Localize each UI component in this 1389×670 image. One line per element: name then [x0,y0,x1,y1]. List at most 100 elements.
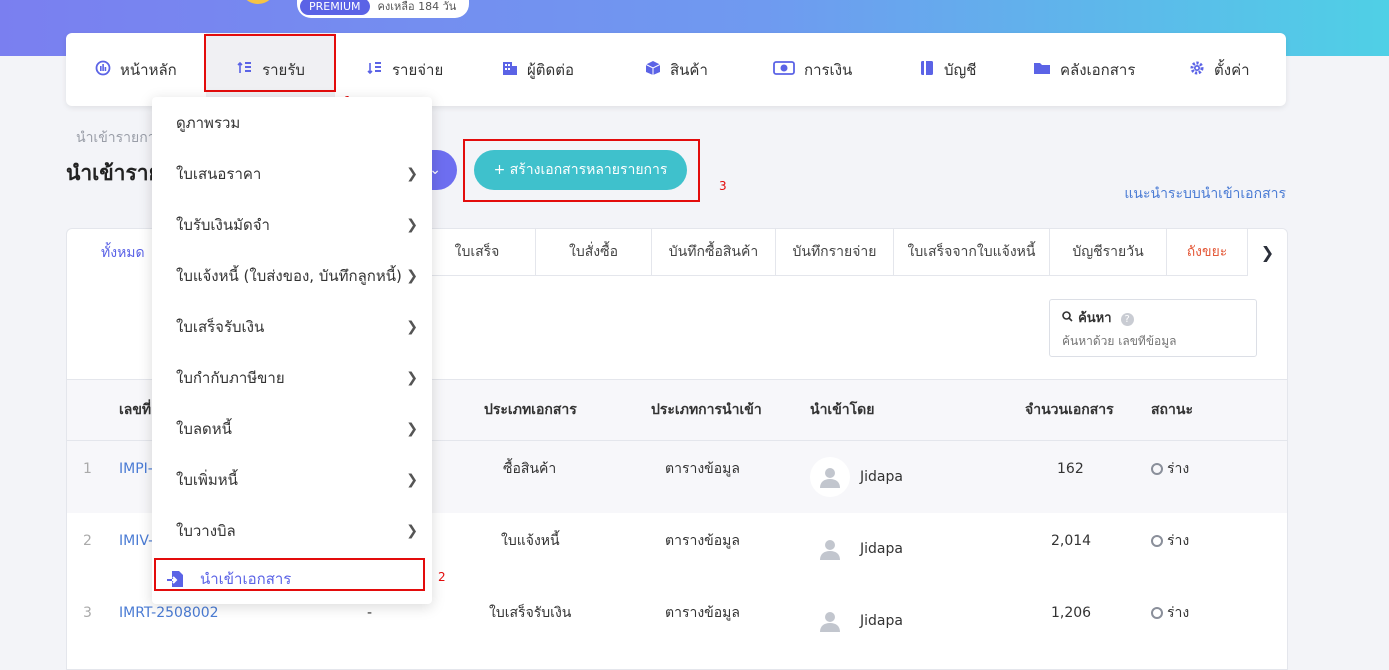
menu-item-invoice[interactable]: ใบแจ้งหนี้ (ใบส่งของ, บันทึกลูกหนี้) ❯ [152,250,432,301]
menu-item-label: ใบแจ้งหนี้ (ใบส่งของ, บันทึกลูกหนี้) [176,266,402,285]
doc-type-cell: ใบแจ้งหนี้ [501,533,560,549]
row-number: 2 [83,533,92,549]
tab-receipt-from-invoice[interactable]: ใบเสร็จจากใบแจ้งหนี้ [894,229,1050,276]
menu-item-tax-invoice[interactable]: ใบกำกับภาษีขาย ❯ [152,352,432,403]
tab-purchase-record[interactable]: บันทึกซื้อสินค้า [652,229,776,276]
premium-badge: PREMIUM [300,0,370,15]
doc-number-link[interactable]: IMIV- [119,513,153,569]
import-type-cell: ตารางข้อมูล [665,605,740,621]
nav-item-products[interactable]: สินค้า [644,33,708,106]
column-header-imported-by[interactable]: นำเข้าโดย [810,380,874,440]
menu-item-billing-note[interactable]: ใบวางบิล ❯ [152,505,432,556]
expense-icon [366,60,384,80]
menu-item-label: ใบเสร็จรับเงิน [176,317,265,336]
search-box: ค้นหา ? [1049,299,1257,357]
gear-icon [1188,60,1206,80]
imported-by-cell: Jidapa [860,613,903,629]
search-label: ค้นหา [1078,311,1112,326]
status-draft-icon [1151,463,1163,475]
user-avatar-icon [810,457,850,497]
annotation-number: 3 [719,179,727,193]
chevron-right-icon: ❯ [406,165,418,182]
tab-purchase-order[interactable]: ใบสั่งซื้อ [536,229,652,276]
menu-item-overview[interactable]: ดูภาพรวม [152,97,432,148]
doc-type-cell: ใบเสร็จรับเงิน [489,605,572,621]
tabs-scroll-right-button[interactable]: ❯ [1247,229,1287,276]
column-header-doc-no[interactable]: เลขที่ [119,380,151,440]
chevron-right-icon: ❯ [406,369,418,386]
folder-icon [1032,60,1052,80]
chevron-right-icon: ❯ [406,216,418,233]
menu-item-deposit-receipt[interactable]: ใบรับเงินมัดจำ ❯ [152,199,432,250]
highlight-box-income [204,34,336,92]
chevron-right-icon: ❯ [406,318,418,335]
nav-item-documents[interactable]: คลังเอกสาร [1032,33,1135,106]
nav-label: ตั้งค่า [1214,60,1250,79]
book-icon [918,60,936,80]
status-cell: ร่าง [1151,513,1189,569]
dashboard-icon [94,60,112,80]
user-avatar-icon [810,601,850,641]
menu-item-label: ใบลดหนี้ [176,419,232,438]
nav-item-home[interactable]: หน้าหลัก [94,33,177,106]
status-text: ร่าง [1167,533,1190,549]
tab-expense-record[interactable]: บันทึกรายจ่าย [776,229,894,276]
column-header-doc-type[interactable]: ประเภทเอกสาร [484,380,577,440]
nav-label: ผู้ติดต่อ [527,60,575,79]
search-input[interactable] [1062,334,1242,348]
doc-count-cell: 2,014 [1051,533,1092,549]
status-draft-icon [1151,607,1163,619]
income-dropdown-menu: ดูภาพรวม ใบเสนอราคา ❯ ใบรับเงินมัดจำ ❯ ใบแ… [152,97,432,604]
column-header-doc-count[interactable]: จำนวนเอกสาร [1025,380,1114,440]
nav-label: บัญชี [944,60,977,79]
menu-item-credit-note[interactable]: ใบลดหนี้ ❯ [152,403,432,454]
status-cell: ร่าง [1151,585,1189,641]
menu-item-label: ใบเพิ่มหนี้ [176,470,238,489]
import-guide-link[interactable]: แนะนำระบบนำเข้าเอกสาร [1124,183,1286,205]
nav-label: สินค้า [670,60,708,79]
status-text: ร่าง [1167,461,1190,477]
nav-label: การเงิน [804,60,853,79]
menu-item-quotation[interactable]: ใบเสนอราคา ❯ [152,148,432,199]
column-header-import-type[interactable]: ประเภทการนำเข้า [651,380,762,440]
menu-item-label: ใบรับเงินมัดจำ [176,215,270,234]
menu-item-receipt[interactable]: ใบเสร็จรับเงิน ❯ [152,301,432,352]
menu-item-label: ดูภาพรวม [176,113,241,132]
doc-number-link[interactable]: IMPI- [119,441,153,497]
menu-item-label: ใบกำกับภาษีขาย [176,368,285,387]
nav-label: หน้าหลัก [120,60,177,79]
contacts-icon [501,60,519,80]
chevron-right-icon: ❯ [406,420,418,437]
help-icon[interactable]: ? [1120,313,1134,326]
doc-count-cell: 162 [1057,461,1084,477]
nav-item-accounting[interactable]: บัญชี [918,33,976,106]
row-number: 3 [83,605,92,621]
nav-item-finance[interactable]: การเงิน [772,33,852,106]
status-text: ร่าง [1167,605,1190,621]
doc-type-cell: ซื้อสินค้า [503,461,557,477]
chevron-right-icon: ❯ [406,471,418,488]
premium-status-pill[interactable]: PREMIUM คงเหลือ 184 วัน [297,0,469,18]
breadcrumb[interactable]: นำเข้ารายการ [76,127,163,149]
user-avatar[interactable] [240,0,276,4]
nav-label: คลังเอกสาร [1060,60,1136,79]
menu-item-debit-note[interactable]: ใบเพิ่มหนี้ ❯ [152,454,432,505]
import-type-cell: ตารางข้อมูล [665,461,740,477]
premium-remaining-text: คงเหลือ 184 วัน [377,0,457,13]
highlight-box-create [463,139,700,202]
nav-item-settings[interactable]: ตั้งค่า [1188,33,1250,106]
menu-item-label: ใบเสนอราคา [176,164,262,183]
import-type-cell: ตารางข้อมูล [665,533,740,549]
money-icon [772,60,796,80]
column-header-status[interactable]: สถานะ [1151,380,1193,440]
tab-journal[interactable]: บัญชีรายวัน [1050,229,1167,276]
chevron-right-icon: ❯ [1260,243,1275,262]
nav-item-expense[interactable]: รายจ่าย [366,33,443,106]
tab-receipt[interactable]: ใบเสร็จ [419,229,536,276]
annotation-number: 2 [438,570,446,584]
menu-item-label: ใบวางบิล [176,521,236,540]
nav-item-contacts[interactable]: ผู้ติดต่อ [501,33,574,106]
tab-trash[interactable]: ถังขยะ [1167,229,1247,276]
imported-by-cell: Jidapa [860,469,903,485]
chevron-right-icon: ❯ [406,267,418,284]
